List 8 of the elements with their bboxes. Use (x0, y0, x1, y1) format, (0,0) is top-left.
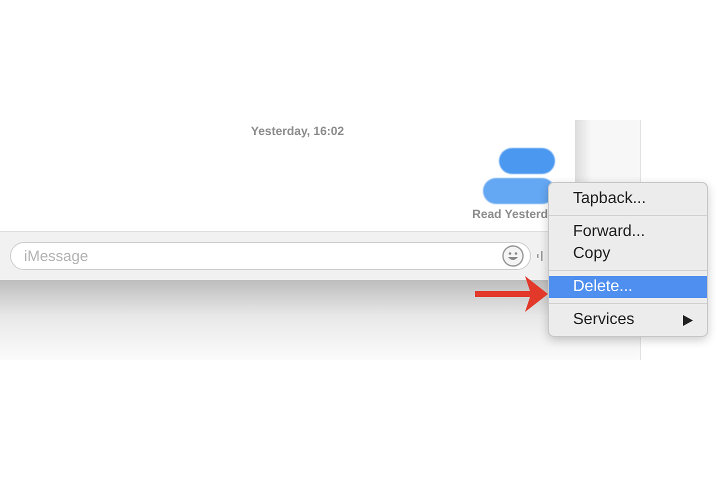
message-input[interactable]: iMessage (22, 246, 502, 266)
menu-item[interactable]: Forward... (549, 221, 707, 243)
read-receipt: Read Yesterd (472, 207, 548, 221)
timestamp: Yesterday, 16:02 (250, 124, 344, 138)
menu-item[interactable]: Copy (549, 243, 707, 265)
compose-field[interactable]: iMessage (10, 242, 531, 270)
menu-item[interactable]: Services (549, 309, 707, 331)
menu-item[interactable]: Tapback... (549, 188, 707, 210)
